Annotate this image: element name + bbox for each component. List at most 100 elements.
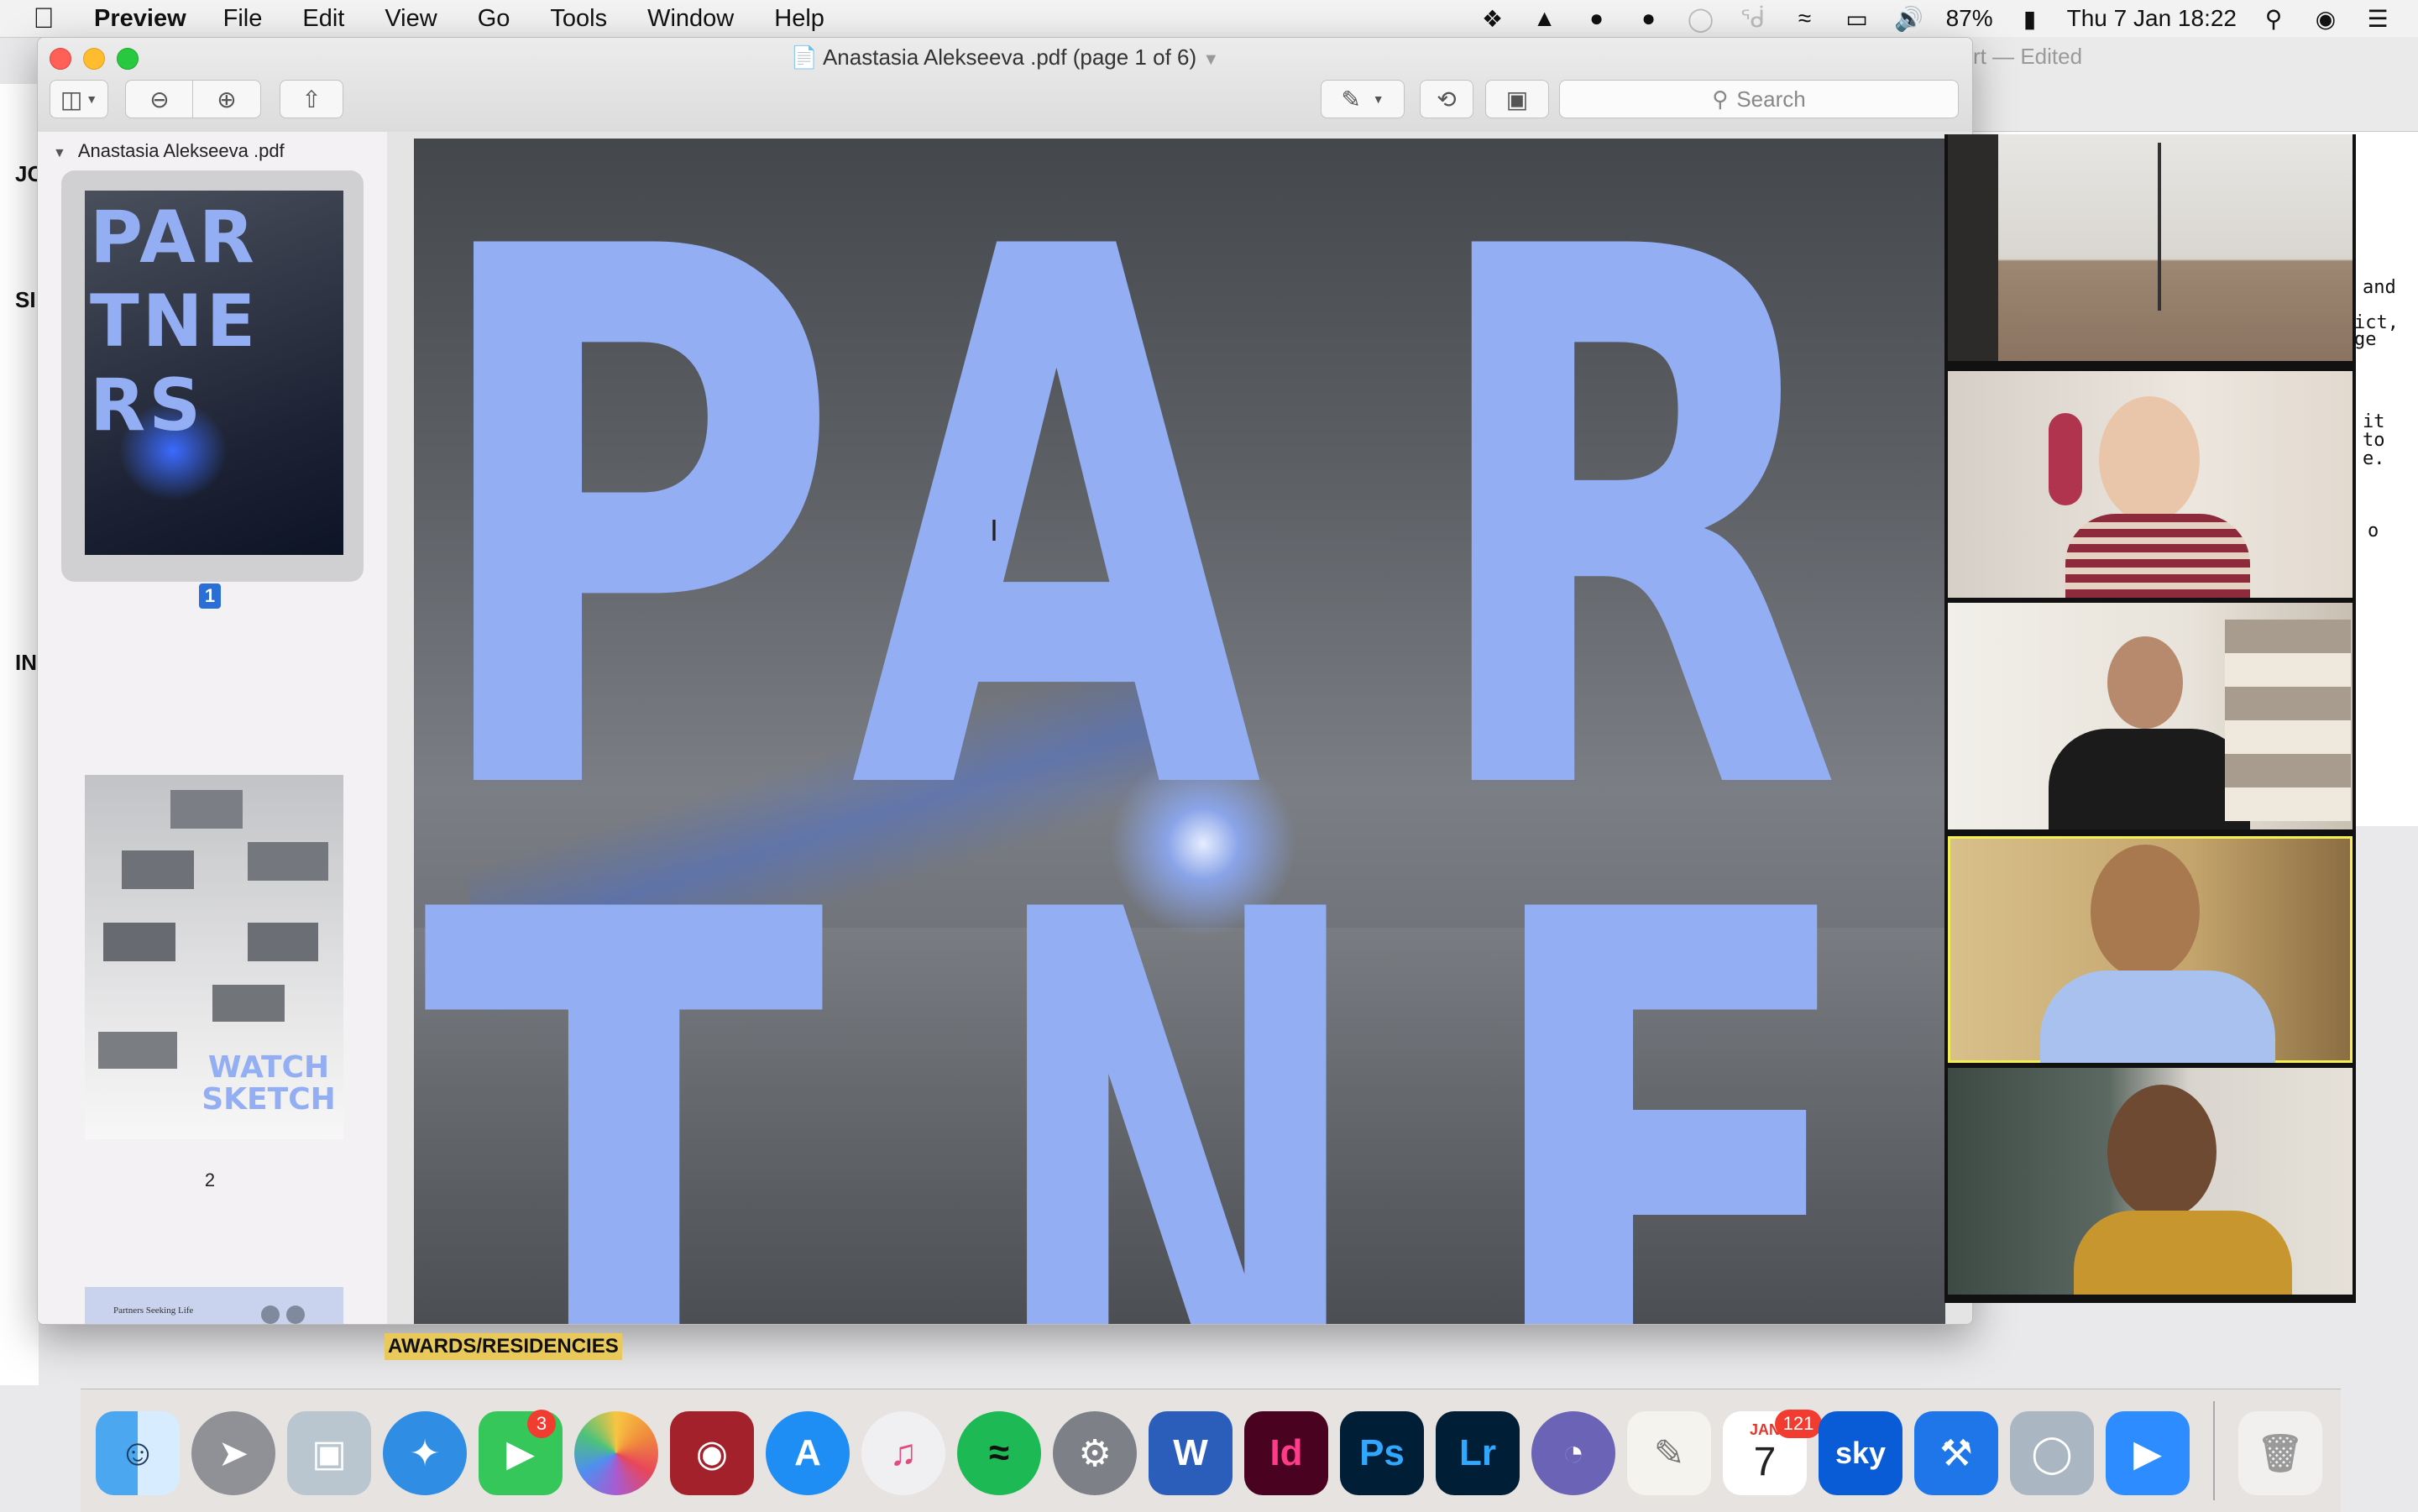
video-sweater xyxy=(2074,1211,2292,1295)
system-preferences-icon[interactable]: ⚙ xyxy=(1053,1411,1137,1495)
pen-icon: ✎ xyxy=(1341,86,1361,112)
toolbox-button[interactable]: ▣ xyxy=(1485,80,1549,118)
textedit-icon[interactable]: ✎ xyxy=(1627,1411,1711,1495)
dropbox-icon[interactable]: ❖ xyxy=(1478,6,1508,32)
spotify-icon[interactable]: ≈ xyxy=(957,1411,1041,1495)
zoom-out-button[interactable]: ⊖ xyxy=(125,80,194,118)
video-pipe xyxy=(2158,143,2161,311)
menu-tools[interactable]: Tools xyxy=(550,5,607,33)
toolbox-icon: ▣ xyxy=(1505,86,1529,112)
video-tile[interactable] xyxy=(1948,1068,2353,1295)
notification-badge: 3 xyxy=(527,1410,556,1438)
dock: ☺ ➤ ▣ ✦ ▶ 3 ◉ A ♫ ≈ ⚙ W Id Ps Lr ◔ ✎ JAN… xyxy=(81,1389,2341,1512)
thumbnail-figure xyxy=(286,1305,305,1324)
wifi-icon[interactable]: ≈ xyxy=(1790,5,1820,31)
menu-view[interactable]: View xyxy=(385,5,437,33)
thumbnail-sidebar[interactable]: ▼ Anastasia Alekseeva .pdf PAR TNE RS 1 W… xyxy=(38,132,388,1324)
sky-go-icon[interactable]: sky xyxy=(1819,1411,1902,1495)
siri-icon[interactable]: ◉ xyxy=(2311,6,2341,32)
itunes-icon[interactable]: ♫ xyxy=(861,1411,945,1495)
volume-icon[interactable]: 🔊 xyxy=(1894,6,1924,32)
menu-help[interactable]: Help xyxy=(774,5,824,33)
thumbnail-text-line: RS xyxy=(90,364,205,447)
preview-window[interactable]: 📄 Anastasia Alekseeva .pdf (page 1 of 6)… xyxy=(37,37,1973,1325)
menu-file[interactable]: File xyxy=(223,5,263,33)
thumbnail-page-2[interactable]: WATCH SKETCH xyxy=(85,775,343,1139)
thumbnail-photo xyxy=(248,923,318,961)
video-tile[interactable] xyxy=(1948,603,2353,829)
video-tile-active-speaker[interactable] xyxy=(1948,836,2353,1063)
rotate-icon: ⟲ xyxy=(1437,86,1457,112)
dock-divider xyxy=(2213,1401,2215,1500)
calendar-day: 7 xyxy=(1753,1440,1777,1484)
sidebar-toggle-button[interactable]: ◫ ▼ xyxy=(50,80,108,118)
thumbnail-photo xyxy=(103,923,175,961)
lightroom-icon[interactable]: Lr xyxy=(1436,1411,1520,1495)
preview-app-icon[interactable]: ▣ xyxy=(287,1411,371,1495)
pdf-page-1[interactable]: P A R T N E I xyxy=(414,139,1945,1324)
photoshop-icon[interactable]: Ps xyxy=(1340,1411,1424,1495)
indesign-icon[interactable]: Id xyxy=(1244,1411,1328,1495)
zoom-in-button[interactable]: ⊕ xyxy=(192,80,261,118)
video-tile[interactable] xyxy=(1948,371,2353,598)
message-icon[interactable]: ◯ xyxy=(1686,6,1716,32)
disclosure-triangle-icon[interactable]: ▼ xyxy=(53,146,66,160)
finder-icon[interactable]: ☺ xyxy=(96,1411,180,1495)
alert-icon[interactable]: ▲ xyxy=(1530,5,1560,31)
page-letter-e: E xyxy=(1472,757,1866,1325)
notification-center-icon[interactable]: ☰ xyxy=(2363,6,2393,32)
menu-go[interactable]: Go xyxy=(478,5,510,33)
thumbnail-page-3[interactable]: Partners Seeking Life xyxy=(85,1287,343,1324)
bluetooth-icon[interactable]: ᖂ xyxy=(1738,6,1768,32)
window-title[interactable]: 📄 Anastasia Alekseeva .pdf (page 1 of 6)… xyxy=(38,44,1972,71)
battery-percent[interactable]: 87% xyxy=(1946,5,1993,32)
menu-edit[interactable]: Edit xyxy=(302,5,344,33)
airplay-icon[interactable]: ▭ xyxy=(1842,6,1872,32)
menu-window[interactable]: Window xyxy=(647,5,734,33)
title-bar[interactable]: 📄 Anastasia Alekseeva .pdf (page 1 of 6)… xyxy=(38,38,1972,133)
apple-icon[interactable]:  xyxy=(18,3,69,35)
bg-text-1: and xyxy=(2363,277,2396,298)
launchpad-icon[interactable]: ➤ xyxy=(191,1411,275,1495)
spotlight-icon[interactable]: ⚲ xyxy=(2258,6,2289,32)
textedit-title: rt — Edited xyxy=(1973,44,2083,69)
preview-viewer-icon[interactable]: ◯ xyxy=(2010,1411,2094,1495)
share-button[interactable]: ⇧ xyxy=(280,80,343,118)
status-area: ❖ ▲ ● ● ◯ ᖂ ≈ ▭ 🔊 87% ▮ Thu 7 Jan 18:22 … xyxy=(1478,0,2393,37)
video-gallery[interactable] xyxy=(1944,134,2356,1303)
chevron-down-icon: ▼ xyxy=(86,92,98,106)
battery-icon[interactable]: ▮ xyxy=(2015,6,2045,32)
creative-cloud-app-icon[interactable]: ◔ xyxy=(1531,1411,1615,1495)
thumbnail-text-line: WATCH xyxy=(207,1050,330,1085)
menu-app-name[interactable]: Preview xyxy=(94,5,186,33)
clock[interactable]: Thu 7 Jan 18:22 xyxy=(2067,5,2237,32)
photo-booth-icon[interactable]: ◉ xyxy=(670,1411,754,1495)
thumbnail-figure xyxy=(261,1305,280,1324)
safari-icon[interactable]: ✦ xyxy=(383,1411,467,1495)
thumbnail-page-1[interactable]: PAR TNE RS xyxy=(85,191,343,555)
video-sweater xyxy=(2040,971,2275,1063)
skype-icon[interactable]: ● xyxy=(1634,5,1664,31)
app-store-icon[interactable]: A xyxy=(766,1411,850,1495)
word-icon[interactable]: W xyxy=(1149,1411,1233,1495)
search-field[interactable]: ⚲ Search xyxy=(1559,80,1959,118)
thumbnail-text-line: SKETCH xyxy=(202,1082,336,1117)
thumbnail-photo xyxy=(98,1032,177,1069)
rotate-button[interactable]: ⟲ xyxy=(1420,80,1473,118)
notification-badge: 121 xyxy=(1775,1410,1822,1438)
photos-icon[interactable] xyxy=(574,1411,658,1495)
bg-left-text-3: IN xyxy=(15,650,37,675)
sidebar-header[interactable]: ▼ Anastasia Alekseeva .pdf xyxy=(53,140,285,162)
xcode-icon[interactable]: ⚒ xyxy=(1914,1411,1998,1495)
video-tile[interactable] xyxy=(1948,134,2353,361)
share-icon: ⇧ xyxy=(301,86,322,112)
creative-cloud-icon[interactable]: ● xyxy=(1582,5,1612,31)
video-face xyxy=(2099,396,2200,522)
bg-text-3: ge xyxy=(2354,329,2377,350)
document-view[interactable]: P A R T N E I xyxy=(387,132,1972,1324)
trash-icon[interactable]: 🗑 xyxy=(2238,1411,2322,1495)
background-left-window[interactable] xyxy=(0,84,39,1385)
chevron-down-icon[interactable]: ▼ xyxy=(1202,50,1219,69)
zoom-icon[interactable]: ▶ xyxy=(2106,1411,2190,1495)
markup-pen-button[interactable]: ✎ ▼ xyxy=(1321,80,1405,118)
